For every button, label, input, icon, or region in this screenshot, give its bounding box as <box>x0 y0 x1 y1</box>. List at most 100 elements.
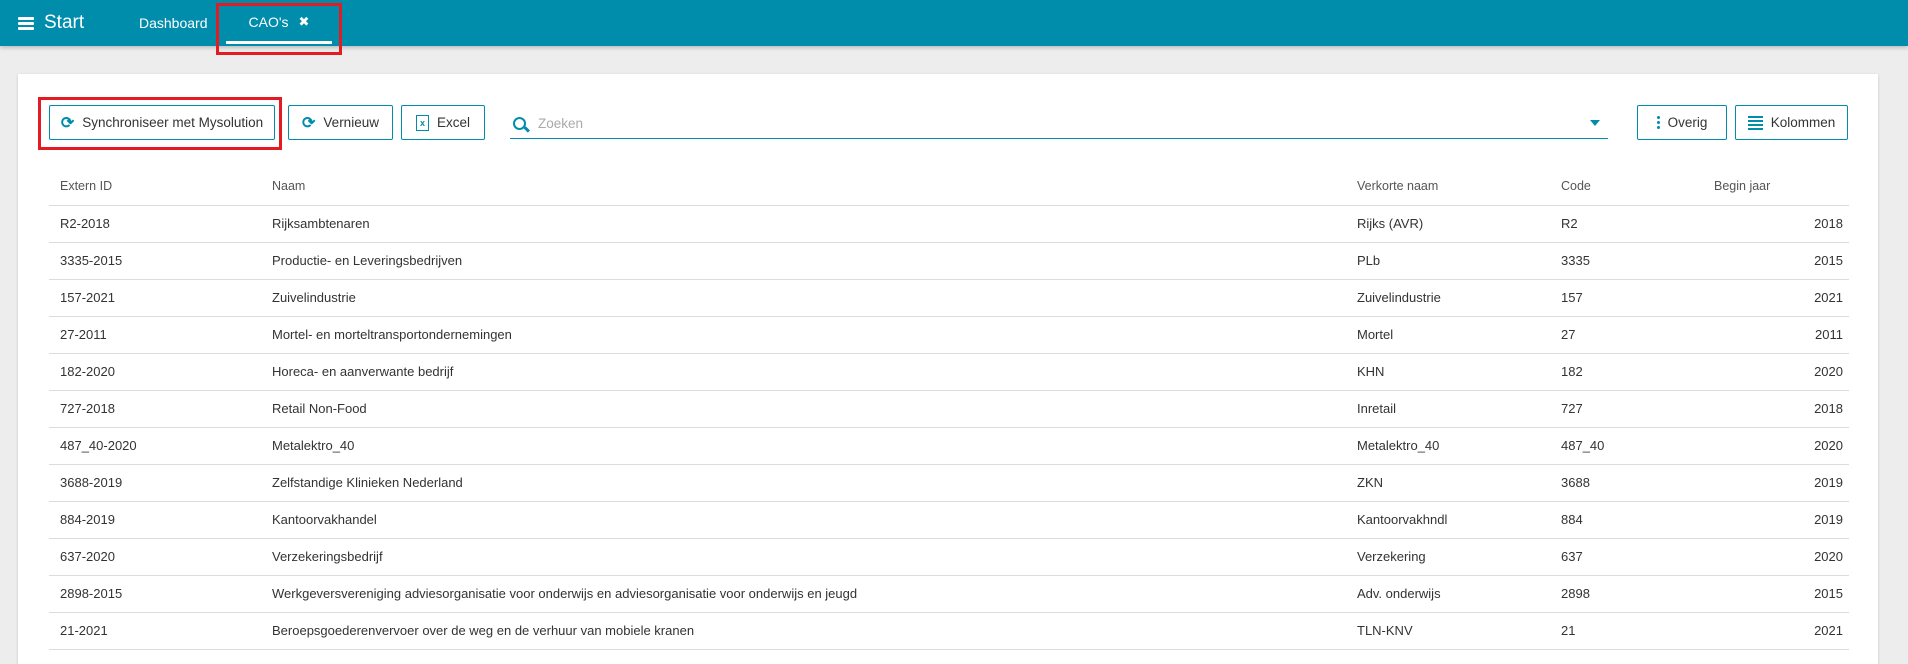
table-row[interactable]: 637-2020 Verzekeringsbedrijf Verzekering 63… <box>49 539 1849 576</box>
overig-label: Overig <box>1667 115 1708 130</box>
cell-naam: Werkgeversvereniging adviesorganisatie v… <box>272 586 858 601</box>
excel-button[interactable]: x Excel <box>401 105 485 140</box>
refresh-label: Vernieuw <box>323 115 379 130</box>
cell-naam: Zuivelindustrie <box>272 290 356 305</box>
cell-extern-id: 27-2011 <box>60 327 107 342</box>
cell-extern-id: 157-2021 <box>60 290 115 305</box>
column-header-verkorte-naam[interactable]: Verkorte naam <box>1357 179 1438 193</box>
start-menu-button[interactable]: Start <box>18 0 84 46</box>
cell-verkorte-naam: Metalektro_40 <box>1357 438 1440 453</box>
highlight-box <box>38 97 282 150</box>
list-icon <box>1747 115 1763 130</box>
cell-verkorte-naam: Adv. onderwijs <box>1357 586 1441 601</box>
highlight-box <box>216 3 342 55</box>
cell-begin-jaar: 2021 <box>1814 623 1843 638</box>
cell-begin-jaar: 2019 <box>1814 512 1843 527</box>
table-body: R2-2018 Rijksambtenaren Rijks (AVR) R2 2018 3… <box>49 206 1849 650</box>
cell-extern-id: R2-2018 <box>60 216 110 231</box>
search-bar <box>510 108 1608 139</box>
cell-naam: Productie- en Leveringsbedrijven <box>272 253 463 268</box>
cell-naam: Kantoorvakhandel <box>272 512 377 527</box>
cell-code: R2 <box>1561 216 1578 231</box>
cell-begin-jaar: 2020 <box>1814 364 1843 379</box>
cell-extern-id: 2898-2015 <box>60 586 123 601</box>
excel-file-icon: x <box>415 114 429 131</box>
cell-begin-jaar: 2011 <box>1815 327 1843 342</box>
cell-verkorte-naam: Rijks (AVR) <box>1357 216 1424 231</box>
cell-begin-jaar: 2018 <box>1814 216 1843 231</box>
search-icon <box>513 116 526 130</box>
table-row[interactable]: 157-2021 Zuivelindustrie Zuivelindustrie 15… <box>49 280 1849 317</box>
cell-extern-id: 487_40-2020 <box>60 438 137 453</box>
cell-naam: Metalektro_40 <box>272 438 355 453</box>
cell-code: 727 <box>1561 401 1583 416</box>
cell-naam: Zelfstandige Klinieken Nederland <box>272 475 463 490</box>
cell-naam: Horeca- en aanverwante bedrijf <box>272 364 454 379</box>
cell-code: 884 <box>1561 512 1583 527</box>
search-input[interactable] <box>538 115 1590 131</box>
hamburger-menu-icon <box>18 16 34 30</box>
cell-verkorte-naam: KHN <box>1357 364 1385 379</box>
table-row[interactable]: 3335-2015 Productie- en Leveringsbedrijve… <box>49 243 1849 280</box>
cell-verkorte-naam: TLN-KNV <box>1357 623 1413 638</box>
refresh-icon: ⟳ <box>302 114 316 132</box>
tab-dashboard[interactable]: Dashboard <box>139 0 208 46</box>
cell-begin-jaar: 2021 <box>1814 290 1843 305</box>
cell-extern-id: 3688-2019 <box>60 475 123 490</box>
table-row[interactable]: R2-2018 Rijksambtenaren Rijks (AVR) R2 2018 <box>49 206 1849 243</box>
cell-verkorte-naam: Zuivelindustrie <box>1357 290 1441 305</box>
cell-naam: Mortel- en morteltransportondernemingen <box>272 327 512 342</box>
cell-extern-id: 3335-2015 <box>60 253 123 268</box>
table-header: Extern ID Naam Verkorte naam Code Begin … <box>49 168 1849 206</box>
table-row[interactable]: 27-2011 Mortel- en morteltransportonderne… <box>49 317 1849 354</box>
cell-verkorte-naam: Inretail <box>1357 401 1397 416</box>
cell-extern-id: 637-2020 <box>60 549 115 564</box>
kolommen-button[interactable]: Kolommen <box>1735 105 1848 140</box>
cell-verkorte-naam: Verzekering <box>1357 549 1426 564</box>
cell-verkorte-naam: Mortel <box>1357 327 1394 342</box>
cell-begin-jaar: 2019 <box>1814 475 1843 490</box>
table-row[interactable]: 3688-2019 Zelfstandige Klinieken Nederlan… <box>49 465 1849 502</box>
cell-extern-id: 727-2018 <box>60 401 115 416</box>
cell-begin-jaar: 2015 <box>1814 586 1843 601</box>
cell-code: 157 <box>1561 290 1583 305</box>
cao-table: Extern ID Naam Verkorte naam Code Begin … <box>49 168 1849 650</box>
cell-code: 487_40 <box>1561 438 1605 453</box>
cell-code: 3335 <box>1561 253 1590 268</box>
table-row[interactable]: 487_40-2020 Metalektro_40 Metalektro_40 487… <box>49 428 1849 465</box>
cell-begin-jaar: 2015 <box>1814 253 1843 268</box>
start-label: Start <box>44 12 85 33</box>
cell-naam: Verzekeringsbedrijf <box>272 549 383 564</box>
cell-extern-id: 884-2019 <box>60 512 115 527</box>
cell-verkorte-naam: ZKN <box>1357 475 1383 490</box>
overig-button[interactable]: Overig <box>1637 105 1727 140</box>
column-header-extern-id[interactable]: Extern ID <box>60 179 112 193</box>
column-header-code[interactable]: Code <box>1561 179 1591 193</box>
tab-label: Dashboard <box>139 15 208 31</box>
kolommen-label: Kolommen <box>1770 115 1836 130</box>
cell-verkorte-naam: Kantoorvakhndl <box>1357 512 1448 527</box>
table-row[interactable]: 727-2018 Retail Non-Food Inretail 727 2018 <box>49 391 1849 428</box>
cell-naam: Beroepsgoederenvervoer over de weg en de… <box>272 623 695 638</box>
cell-code: 21 <box>1561 623 1576 638</box>
cell-code: 637 <box>1561 549 1583 564</box>
table-row[interactable]: 182-2020 Horeca- en aanverwante bedrijf KH… <box>49 354 1849 391</box>
chevron-down-icon[interactable] <box>1590 120 1600 126</box>
cell-extern-id: 182-2020 <box>60 364 115 379</box>
column-header-begin-jaar[interactable]: Begin jaar <box>1714 179 1770 193</box>
table-row[interactable]: 2898-2015 Werkgeversvereniging adviesorga… <box>49 576 1849 613</box>
table-row[interactable]: 884-2019 Kantoorvakhandel Kantoorvakhndl 88… <box>49 502 1849 539</box>
cell-code: 3688 <box>1561 475 1590 490</box>
excel-label: Excel <box>436 115 470 130</box>
cell-code: 27 <box>1561 327 1576 342</box>
refresh-button[interactable]: ⟳ Vernieuw <box>288 105 393 140</box>
column-header-naam[interactable]: Naam <box>272 179 305 193</box>
cell-begin-jaar: 2020 <box>1814 549 1843 564</box>
cell-begin-jaar: 2018 <box>1814 401 1843 416</box>
table-row[interactable]: 21-2021 Beroepsgoederenvervoer over de we… <box>49 613 1849 650</box>
cell-code: 2898 <box>1561 586 1590 601</box>
cell-verkorte-naam: PLb <box>1357 253 1381 268</box>
more-vertical-icon <box>1656 116 1660 129</box>
cell-code: 182 <box>1561 364 1583 379</box>
cell-naam: Retail Non-Food <box>272 401 367 416</box>
